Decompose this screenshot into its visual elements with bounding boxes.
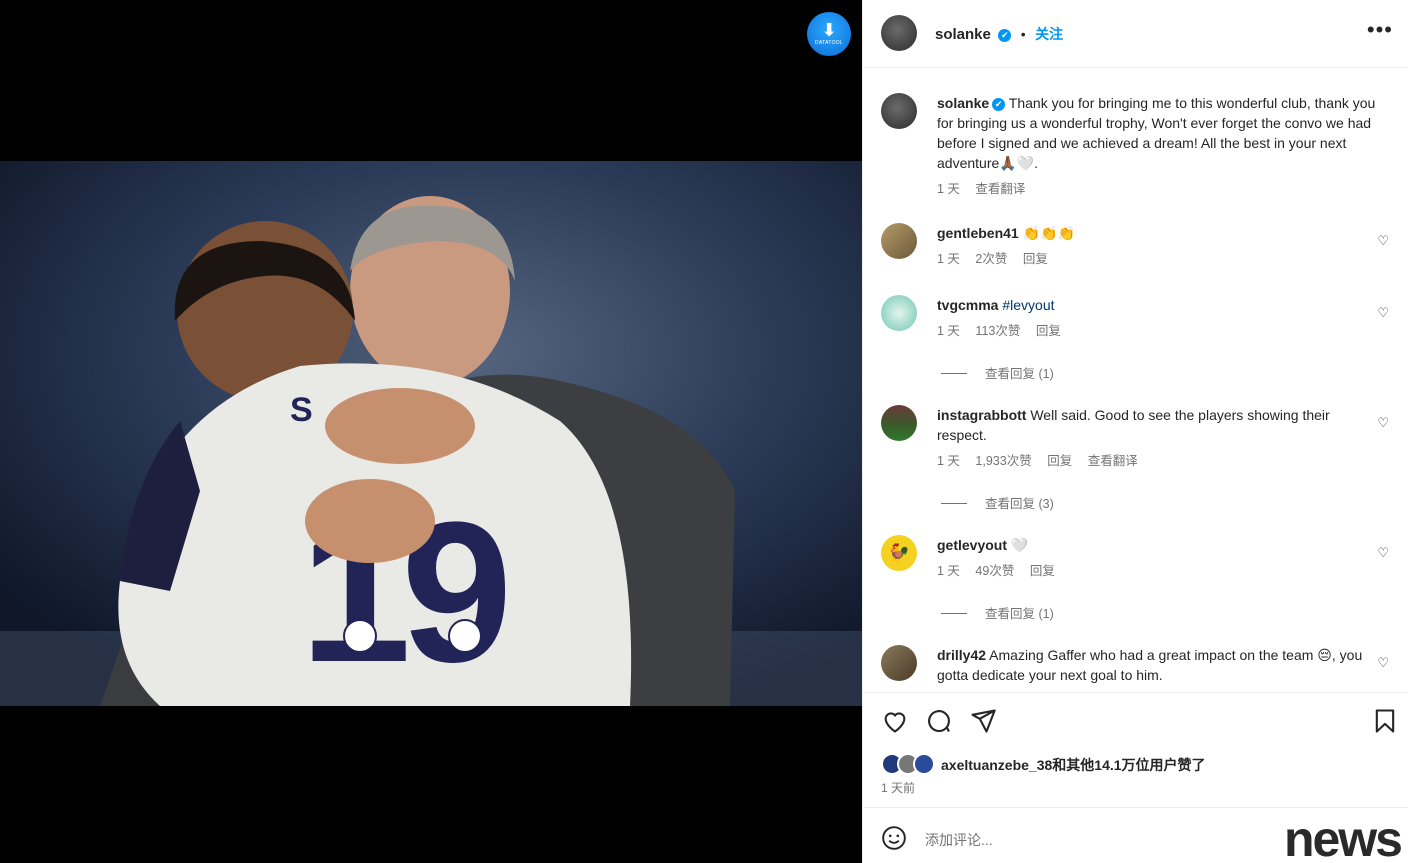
comment-likes[interactable]: 113次赞	[975, 324, 1020, 338]
view-replies-label: 查看回复 (3)	[985, 497, 1054, 511]
author-avatar[interactable]	[881, 93, 917, 129]
comment-username[interactable]: tvgcmma	[937, 297, 998, 313]
comment-like-heart-icon[interactable]: ♡	[1377, 415, 1389, 431]
comment-username[interactable]: instagrabbott	[937, 407, 1026, 423]
comment-body: gentleben41 👏👏👏 1 天 2次赞 回复	[937, 223, 1377, 269]
comment-likes[interactable]: 2次赞	[975, 252, 1007, 266]
caption-time: 1 天	[937, 182, 960, 196]
comment-like-heart-icon[interactable]: ♡	[1377, 545, 1389, 561]
commenter-avatar[interactable]	[881, 405, 917, 441]
comment-meta: 1 天 2次赞 回复	[937, 249, 1377, 269]
download-button[interactable]: ⬇ DATATOOL	[807, 12, 851, 56]
post-timestamp: 1 天前	[881, 781, 916, 795]
commenter-avatar[interactable]: 🐓	[881, 535, 917, 571]
comment-username[interactable]: gentleben41	[937, 225, 1019, 241]
reply-button[interactable]: 回复	[1030, 564, 1055, 578]
post-photo[interactable]: 19 S	[0, 161, 862, 706]
comment-text: Amazing Gaffer who had a great impact on…	[937, 647, 1363, 683]
post-side-panel: solanke ✔ • 关注 ••• solanke ✔ Thank you fo…	[862, 0, 1408, 863]
news-watermark: news	[1283, 811, 1403, 863]
heart-icon[interactable]	[881, 707, 909, 735]
action-bar: axeltuanzebe_38和其他14.1万位用户赞了 1 天前	[863, 692, 1408, 808]
separator-dot: •	[1020, 26, 1026, 42]
replies-line	[941, 613, 967, 614]
comment-text: 👏👏👏	[1022, 225, 1075, 241]
comment-meta: 1 天 49次赞 回复	[937, 561, 1377, 581]
bookmark-icon[interactable]	[1371, 707, 1399, 735]
comment-time: 1 天	[937, 564, 960, 578]
reply-button[interactable]: 回复	[1036, 324, 1061, 338]
comments-list: solanke ✔ Thank you for bringing me to th…	[863, 68, 1408, 692]
verified-badge-icon: ✔	[998, 29, 1012, 42]
comment-time: 1 天	[937, 324, 960, 338]
svg-text:S: S	[290, 391, 313, 429]
translate-link[interactable]: 查看翻译	[1088, 454, 1138, 468]
comment-like-heart-icon[interactable]: ♡	[1377, 655, 1389, 671]
instagram-post-modal: 19 S ⬇ DATATOOL solanke ✔ • 关注 ••• solan…	[0, 0, 1408, 863]
comment-username[interactable]: drilly42	[937, 647, 986, 663]
comment-like-heart-icon[interactable]: ♡	[1377, 305, 1389, 321]
comment-body: tvgcmma #levyout 1 天 113次赞 回复	[937, 295, 1377, 341]
reply-button[interactable]: 回复	[1047, 454, 1072, 468]
comment-likes[interactable]: 1,933次赞	[975, 454, 1031, 468]
author-username[interactable]: solanke	[935, 26, 991, 43]
liked-by-text[interactable]: axeltuanzebe_38和其他14.1万位用户赞了	[941, 755, 1206, 775]
caption-meta: 1 天 查看翻译	[937, 179, 1377, 199]
view-replies-button[interactable]: 查看回复 (1)	[941, 603, 1054, 622]
translate-link[interactable]: 查看翻译	[975, 182, 1025, 196]
comment-meta: 1 天 113次赞 回复	[937, 321, 1377, 341]
comment-text: 🤍	[1010, 537, 1029, 553]
comment-likes[interactable]: 49次赞	[975, 564, 1014, 578]
more-options-icon[interactable]: •••	[1367, 19, 1393, 41]
comment-meta: 1 天 1,933次赞 回复 查看翻译	[937, 451, 1377, 471]
comment-time: 1 天	[937, 454, 960, 468]
replies-line	[941, 373, 967, 374]
replies-line	[941, 503, 967, 504]
commenter-avatar[interactable]	[881, 295, 917, 331]
author-avatar[interactable]	[881, 15, 917, 51]
author-line: solanke ✔ • 关注	[935, 24, 1063, 44]
add-comment-input[interactable]: 添加评论...	[925, 830, 993, 850]
commenter-avatar[interactable]	[881, 223, 917, 259]
download-arrow-icon: ⬇	[821, 20, 837, 40]
post-header: solanke ✔ • 关注 •••	[863, 0, 1408, 68]
reply-button[interactable]: 回复	[1023, 252, 1048, 266]
comment-body: getlevyout 🤍 1 天 49次赞 回复	[937, 535, 1377, 581]
commenter-avatar[interactable]	[881, 645, 917, 681]
comment-like-heart-icon[interactable]: ♡	[1377, 233, 1389, 249]
view-replies-button[interactable]: 查看回复 (3)	[941, 493, 1054, 512]
view-replies-label: 查看回复 (1)	[985, 607, 1054, 621]
comment-body: drilly42 Amazing Gaffer who had a great …	[937, 645, 1377, 685]
view-replies-button[interactable]: 查看回复 (1)	[941, 363, 1054, 382]
comment-time: 1 天	[937, 252, 960, 266]
smiley-icon[interactable]	[881, 825, 907, 851]
download-badge-label: DATATOOL	[814, 40, 844, 46]
add-comment-bar: 添加评论... news	[863, 808, 1408, 863]
verified-badge-icon: ✔	[992, 98, 1006, 111]
caption-body: solanke ✔ Thank you for bringing me to th…	[937, 93, 1377, 199]
liker-avatar[interactable]	[913, 753, 935, 775]
photo-illustration: 19 S	[0, 161, 862, 706]
view-replies-label: 查看回复 (1)	[985, 367, 1054, 381]
follow-button[interactable]: 关注	[1035, 26, 1063, 42]
comment-body: instagrabbott Well said. Good to see the…	[937, 405, 1377, 471]
hashtag-link[interactable]: #levyout	[1002, 297, 1054, 313]
paper-plane-icon[interactable]	[969, 707, 997, 735]
caption-username[interactable]: solanke	[937, 95, 989, 111]
post-media: 19 S ⬇ DATATOOL	[0, 0, 862, 863]
comment-username[interactable]: getlevyout	[937, 537, 1007, 553]
comment-icon[interactable]	[925, 707, 953, 735]
